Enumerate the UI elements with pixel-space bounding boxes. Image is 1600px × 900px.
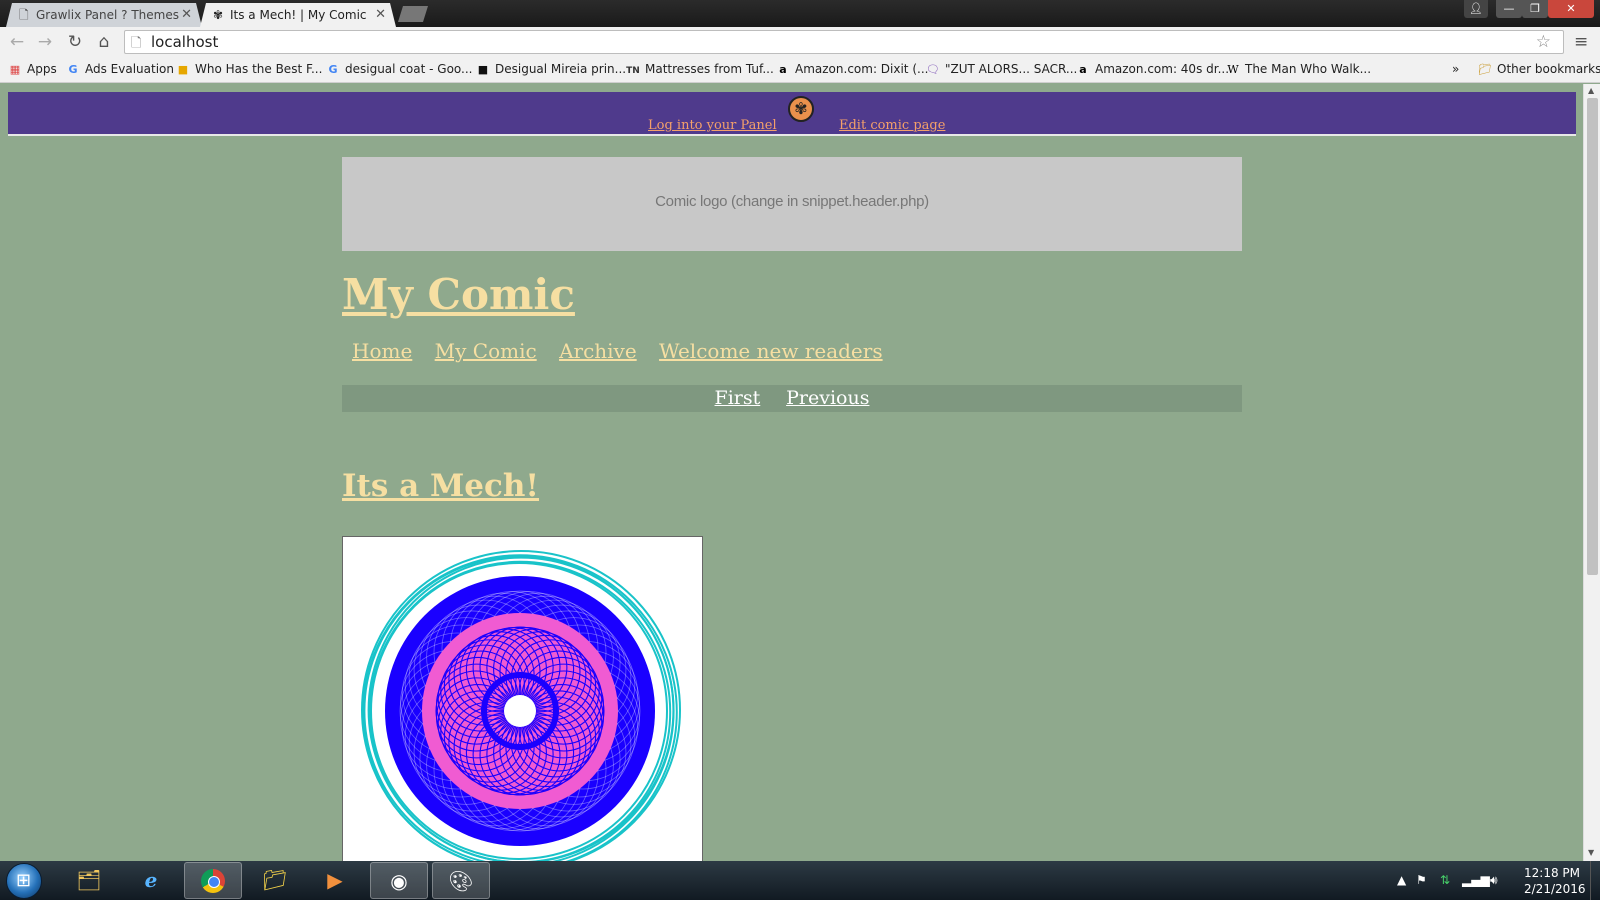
chat-icon: 🗨︎ bbox=[926, 63, 940, 76]
bookmarks-bar: ▦ Apps G Ads Evaluation ■ Who Has the Best … bbox=[0, 57, 1600, 83]
back-arrow-icon[interactable]: ← bbox=[6, 31, 28, 53]
app-icon[interactable]: ◉ bbox=[370, 862, 428, 899]
tab-title: Grawlix Panel ? Themes bbox=[36, 8, 179, 22]
minimize-button[interactable]: — bbox=[1496, 0, 1522, 18]
comic-image[interactable] bbox=[342, 536, 703, 861]
action-center-flag-icon[interactable]: ⚑ bbox=[1416, 873, 1427, 887]
web-page: Log into your Panel ✾ Edit comic page Co… bbox=[0, 84, 1583, 861]
forward-arrow-icon[interactable]: → bbox=[34, 31, 56, 53]
scrollbar-thumb[interactable] bbox=[1587, 98, 1598, 575]
apps-grid-icon: ▦ bbox=[9, 63, 21, 76]
spiro-center bbox=[504, 695, 536, 727]
new-tab-button[interactable] bbox=[398, 6, 428, 22]
logo-placeholder-text: Comic logo (change in snippet.header.php… bbox=[655, 193, 929, 210]
bookmark-desigual-coat[interactable]: Gdesigual coat - Goo... bbox=[326, 62, 472, 76]
bookmark-man-who-walk[interactable]: W The Man Who Walk... bbox=[1226, 62, 1371, 76]
bookmark-amazon-dixit[interactable]: a Amazon.com: Dixit (... bbox=[776, 62, 928, 76]
nav-home[interactable]: Home bbox=[352, 339, 412, 363]
admin-bar: Log into your Panel ✾ Edit comic page bbox=[8, 92, 1576, 136]
site-title-link[interactable]: My Comic bbox=[342, 270, 575, 319]
close-window-button[interactable]: ✕ bbox=[1548, 0, 1594, 18]
volume-icon[interactable]: 🔊︎ bbox=[1490, 873, 1498, 888]
home-icon[interactable]: ⌂ bbox=[93, 31, 115, 53]
wikipedia-icon: W bbox=[1227, 63, 1239, 76]
user-profile-icon[interactable]: 👤︎ bbox=[1464, 0, 1488, 18]
browser-toolbar: ← → ↻ ⌂ 🗋 localhost ☆ ≡ bbox=[0, 27, 1600, 57]
paint-icon[interactable]: 🎨︎ bbox=[432, 862, 490, 899]
comic-title-link[interactable]: Its a Mech! bbox=[342, 468, 539, 504]
tab-strip: 🗋 Grawlix Panel ? Themes ✕ ✾ Its a Mech!… bbox=[0, 0, 1600, 27]
scroll-up-arrow-icon[interactable]: ▲ bbox=[1588, 86, 1594, 95]
tab-grawlix-panel[interactable]: 🗋 Grawlix Panel ? Themes ✕ bbox=[6, 3, 202, 27]
internet-explorer-icon[interactable]: e bbox=[122, 862, 180, 899]
tab-its-a-mech[interactable]: ✾ Its a Mech! | My Comic ✕ bbox=[200, 3, 396, 27]
clock-date[interactable]: 2/21/2016 bbox=[1524, 882, 1586, 896]
spirograph-image bbox=[361, 550, 681, 861]
network-signal-icon[interactable]: ▂▄▆ bbox=[1462, 873, 1490, 887]
close-icon[interactable]: ✕ bbox=[375, 3, 386, 27]
google-icon: G bbox=[328, 63, 338, 76]
menu-icon[interactable]: ≡ bbox=[1574, 32, 1588, 52]
tn-icon: TN bbox=[626, 66, 640, 76]
bookmarks-overflow-button[interactable]: » bbox=[1452, 62, 1459, 76]
bookmark-ads-evaluation[interactable]: G Ads Evaluation bbox=[66, 62, 174, 76]
comic-navigation: First Previous bbox=[342, 385, 1242, 412]
url-text[interactable]: localhost bbox=[151, 33, 218, 51]
folder-icon: 📁︎ bbox=[1478, 63, 1492, 76]
sync-icon[interactable]: ⇅ bbox=[1440, 873, 1450, 887]
amazon-icon: a bbox=[1079, 63, 1087, 76]
address-bar[interactable]: 🗋 localhost ☆ bbox=[124, 30, 1564, 54]
page-icon: 🗋 bbox=[19, 8, 29, 22]
bookmark-desigual-mireia[interactable]: ■ Desigual Mireia prin... bbox=[476, 62, 626, 76]
start-button[interactable]: ⊞ bbox=[6, 863, 42, 899]
bookmark-who-has-best[interactable]: ■ Who Has the Best F... bbox=[176, 62, 323, 76]
google-icon: G bbox=[68, 63, 78, 76]
bookmark-star-icon[interactable]: ☆ bbox=[1536, 32, 1551, 52]
reload-icon[interactable]: ↻ bbox=[64, 31, 86, 53]
clock-time[interactable]: 12:18 PM bbox=[1524, 866, 1580, 880]
grawlix-favicon-icon: ✾ bbox=[213, 8, 224, 22]
show-hidden-icons-icon[interactable]: ▲ bbox=[1397, 873, 1406, 887]
tab-title: Its a Mech! | My Comic bbox=[230, 8, 367, 22]
comic-logo-placeholder[interactable]: Comic logo (change in snippet.header.php… bbox=[342, 157, 1242, 251]
scroll-down-arrow-icon[interactable]: ▼ bbox=[1588, 848, 1594, 857]
site-icon: ■ bbox=[477, 63, 489, 76]
bookmark-apps[interactable]: ▦ Apps bbox=[8, 62, 57, 76]
first-comic-link[interactable]: First bbox=[715, 387, 761, 410]
site-icon: ■ bbox=[177, 63, 189, 76]
main-navigation: Home My Comic Archive Welcome new reader… bbox=[352, 339, 899, 363]
login-panel-link[interactable]: Log into your Panel bbox=[648, 118, 777, 133]
edit-comic-page-link[interactable]: Edit comic page bbox=[839, 118, 945, 133]
windows-logo-icon: ⊞ bbox=[16, 870, 32, 891]
show-desktop-button[interactable] bbox=[1590, 861, 1600, 900]
page-icon: 🗋 bbox=[131, 36, 142, 51]
file-explorer-icon[interactable]: 🗂︎ bbox=[60, 862, 118, 899]
grawlix-logo-icon[interactable]: ✾ bbox=[788, 96, 814, 122]
page-scrollbar[interactable]: ▲ ▼ bbox=[1583, 84, 1600, 861]
nav-archive[interactable]: Archive bbox=[559, 339, 637, 363]
bookmark-zut-alors[interactable]: 🗨︎ "ZUT ALORS... SACR... bbox=[926, 62, 1077, 76]
bookmark-amazon-40s[interactable]: a Amazon.com: 40s dr... bbox=[1076, 62, 1229, 76]
restore-button[interactable]: ❐ bbox=[1522, 0, 1548, 18]
nav-welcome-new-readers[interactable]: Welcome new readers bbox=[659, 339, 883, 363]
folder-icon[interactable]: 📁︎ bbox=[246, 862, 304, 899]
other-bookmarks-folder[interactable]: 📁︎ Other bookmarks bbox=[1478, 62, 1600, 76]
amazon-icon: a bbox=[779, 63, 787, 76]
chrome-icon[interactable] bbox=[184, 862, 242, 899]
previous-comic-link[interactable]: Previous bbox=[786, 387, 869, 410]
media-player-icon[interactable]: ▶ bbox=[306, 862, 364, 899]
taskbar: ⊞ 🗂︎ e 📁︎ ▶ ◉ 🎨︎ ▲ ⚑ ⇅ ▂▄▆ 🔊︎ 12:18 PM 2… bbox=[0, 861, 1600, 900]
bookmark-mattresses[interactable]: TN Mattresses from Tuf... bbox=[626, 62, 774, 76]
close-icon[interactable]: ✕ bbox=[181, 3, 192, 27]
nav-my-comic[interactable]: My Comic bbox=[435, 339, 537, 363]
